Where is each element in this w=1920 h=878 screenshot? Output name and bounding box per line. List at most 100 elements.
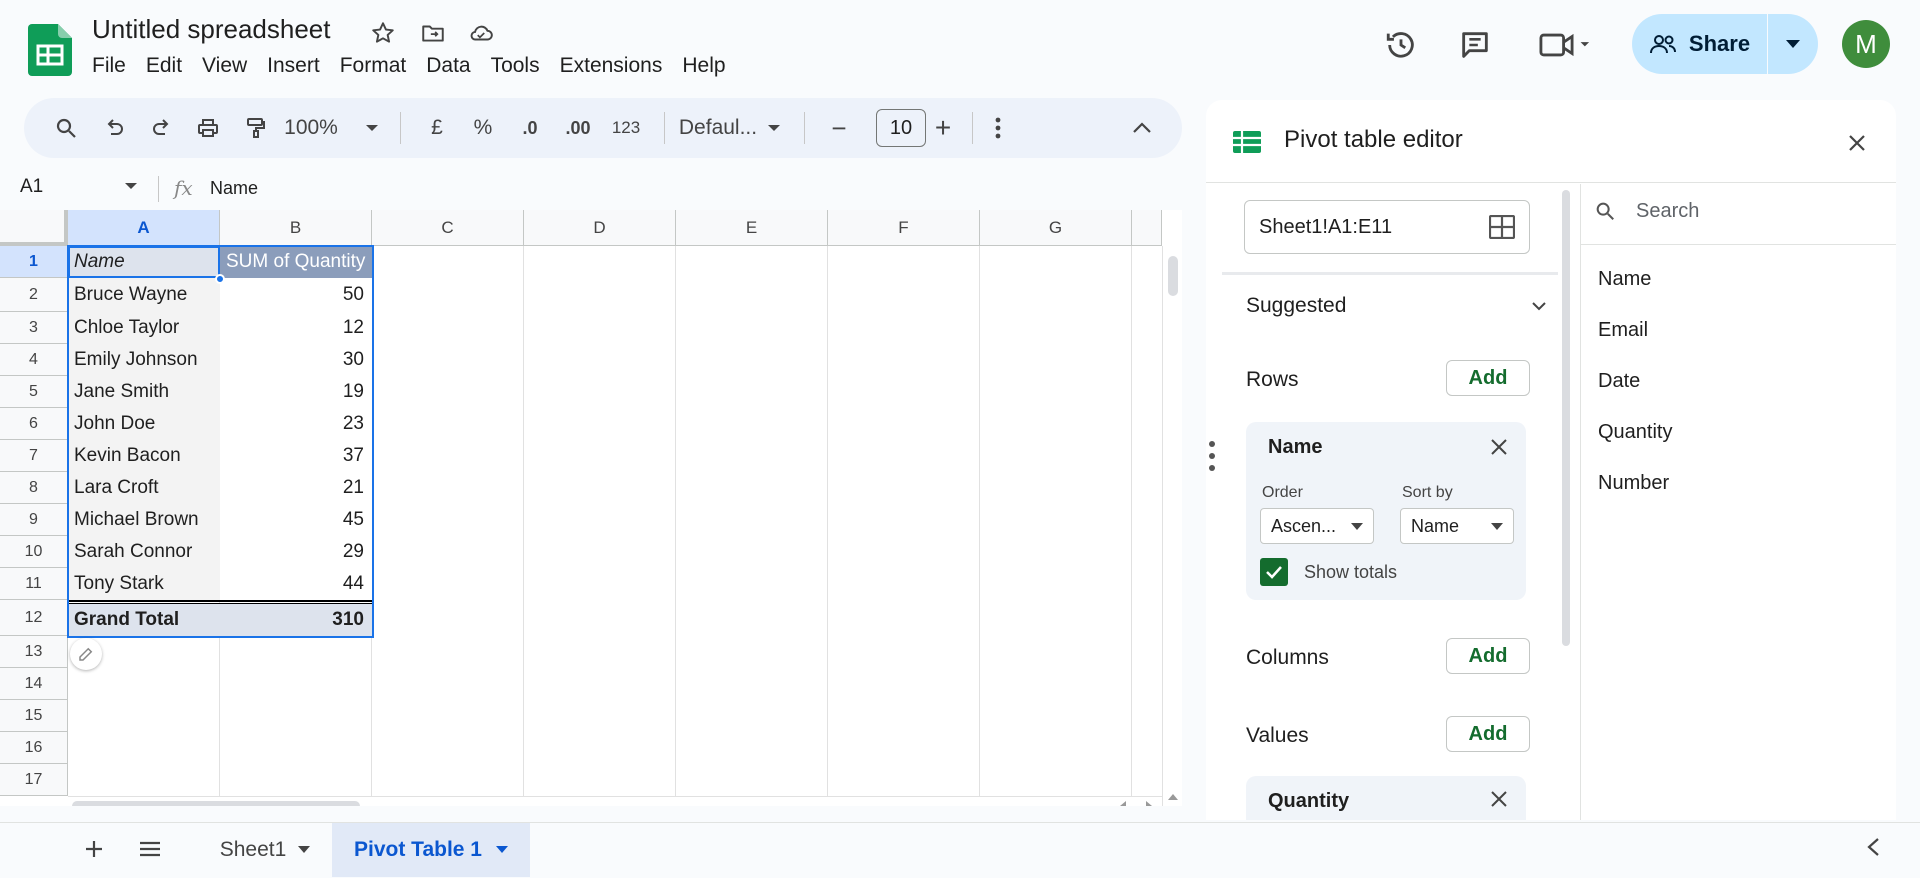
increase-font-size-button[interactable]: + — [928, 98, 958, 158]
row-header-10[interactable]: 10 — [0, 536, 68, 568]
field-list-item-number[interactable]: Number — [1598, 472, 1669, 495]
pivot-row-label[interactable]: Jane Smith — [68, 376, 220, 408]
menu-format[interactable]: Format — [340, 54, 417, 78]
select-range-icon[interactable] — [1489, 215, 1515, 239]
remove-value-field-icon[interactable] — [1490, 790, 1508, 808]
select-all-corner[interactable] — [0, 210, 68, 246]
cloud-saved-icon[interactable] — [466, 18, 496, 48]
column-header-e[interactable]: E — [676, 210, 828, 246]
sheet-tab-sheet1[interactable]: Sheet1 — [200, 823, 330, 877]
column-header-d[interactable]: D — [524, 210, 676, 246]
zoom-select[interactable]: 100% — [284, 98, 338, 158]
row-header-5[interactable]: 5 — [0, 376, 68, 408]
currency-format-button[interactable]: £ — [420, 98, 454, 158]
menu-tools[interactable]: Tools — [491, 54, 550, 78]
side-panel-toggle-icon[interactable] — [1866, 837, 1880, 857]
column-header-b[interactable]: B — [220, 210, 372, 246]
pivot-row-label[interactable]: John Doe — [68, 408, 220, 440]
row-header-11[interactable]: 11 — [0, 568, 68, 600]
field-search-input[interactable]: Search — [1636, 200, 1699, 223]
scroll-left-icon[interactable] — [1120, 801, 1126, 806]
vertical-scroll-thumb[interactable] — [1168, 256, 1178, 296]
pivot-row-value[interactable]: 50 — [220, 278, 370, 312]
row-header-12[interactable]: 12 — [0, 600, 68, 636]
redo-icon[interactable] — [142, 98, 182, 158]
pivot-row-value[interactable]: 19 — [220, 376, 370, 408]
scroll-right-icon[interactable] — [1146, 801, 1152, 806]
sheets-logo-icon[interactable] — [28, 24, 72, 76]
decrease-font-size-button[interactable]: − — [824, 98, 854, 158]
meet-icon[interactable] — [1530, 24, 1600, 66]
increase-decimal-button[interactable]: .00 — [558, 98, 598, 158]
row-header-1[interactable]: 1 — [0, 246, 68, 278]
column-header-c[interactable]: C — [372, 210, 524, 246]
share-button[interactable]: Share — [1632, 14, 1768, 74]
suggested-section[interactable]: Suggested — [1246, 294, 1346, 318]
row-header-17[interactable]: 17 — [0, 764, 68, 796]
pivot-row-value[interactable]: 23 — [220, 408, 370, 440]
menu-edit[interactable]: Edit — [146, 54, 192, 78]
horizontal-scrollbar[interactable] — [68, 796, 1162, 806]
row-header-3[interactable]: 3 — [0, 312, 68, 344]
row-header-8[interactable]: 8 — [0, 472, 68, 504]
comments-icon[interactable] — [1454, 24, 1496, 66]
formula-input[interactable]: Name — [210, 178, 258, 199]
sheet-tab-pivot-table-1[interactable]: Pivot Table 1 — [332, 823, 530, 877]
move-folder-icon[interactable] — [418, 18, 448, 48]
zoom-dropdown-icon[interactable] — [362, 98, 382, 158]
font-dropdown-icon[interactable] — [764, 98, 784, 158]
paint-format-icon[interactable] — [236, 98, 276, 158]
row-header-16[interactable]: 16 — [0, 732, 68, 764]
pivot-row-value[interactable]: 21 — [220, 472, 370, 504]
panel-resize-handle-icon[interactable] — [1208, 440, 1216, 472]
more-formats-button[interactable]: 123 — [604, 98, 648, 158]
scroll-up-icon[interactable] — [1168, 794, 1178, 800]
pivot-row-label[interactable]: Tony Stark — [68, 568, 220, 600]
menu-view[interactable]: View — [202, 54, 257, 78]
pivot-row-label[interactable]: Bruce Wayne — [68, 278, 220, 312]
order-select[interactable]: Ascen... — [1260, 508, 1374, 544]
pivot-row-value[interactable]: 44 — [220, 568, 370, 600]
menu-help[interactable]: Help — [682, 54, 735, 78]
print-icon[interactable] — [188, 98, 228, 158]
selection-handle[interactable] — [215, 274, 225, 284]
pivot-row-label[interactable]: Emily Johnson — [68, 344, 220, 376]
row-header-13[interactable]: 13 — [0, 636, 68, 668]
percent-format-button[interactable]: % — [466, 98, 500, 158]
pivot-row-label[interactable]: Sarah Connor — [68, 536, 220, 568]
pivot-row-label[interactable]: Chloe Taylor — [68, 312, 220, 344]
star-icon[interactable] — [368, 18, 398, 48]
sortby-select[interactable]: Name — [1400, 508, 1514, 544]
row-header-2[interactable]: 2 — [0, 278, 68, 312]
sheet-tab-dropdown-icon[interactable] — [298, 846, 311, 854]
row-header-4[interactable]: 4 — [0, 344, 68, 376]
close-icon[interactable] — [1842, 128, 1872, 158]
grand-total-label[interactable]: Grand Total — [68, 604, 220, 636]
field-list-item-email[interactable]: Email — [1598, 319, 1648, 342]
horizontal-scroll-thumb[interactable] — [72, 801, 360, 806]
more-options-icon[interactable] — [978, 98, 1018, 158]
data-range-field[interactable]: Sheet1!A1:E11 — [1244, 200, 1530, 254]
show-totals-checkbox[interactable] — [1260, 558, 1288, 586]
version-history-icon[interactable] — [1380, 24, 1422, 66]
edit-pivot-icon[interactable] — [70, 638, 102, 670]
document-title[interactable]: Untitled spreadsheet — [92, 14, 330, 45]
rows-add-button[interactable]: Add — [1446, 360, 1530, 396]
columns-add-button[interactable]: Add — [1446, 638, 1530, 674]
font-family-select[interactable]: Defaul... — [670, 98, 766, 158]
sheet-tab-dropdown-icon[interactable] — [495, 846, 508, 854]
editor-scroll-thumb[interactable] — [1562, 190, 1570, 646]
name-box[interactable]: A1 — [20, 176, 43, 198]
pivot-header-sum[interactable]: SUM of Quantity — [220, 246, 372, 278]
pivot-row-value[interactable]: 30 — [220, 344, 370, 376]
search-menus-icon[interactable] — [46, 98, 86, 158]
avatar[interactable]: M — [1842, 20, 1890, 68]
row-header-14[interactable]: 14 — [0, 668, 68, 700]
add-sheet-icon[interactable] — [76, 831, 112, 867]
column-header-g[interactable]: G — [980, 210, 1132, 246]
menu-extensions[interactable]: Extensions — [560, 54, 673, 78]
menu-insert[interactable]: Insert — [267, 54, 330, 78]
values-add-button[interactable]: Add — [1446, 716, 1530, 752]
undo-icon[interactable] — [94, 98, 134, 158]
spreadsheet-grid[interactable]: A B C D E F G 1 2 3 4 5 6 7 8 9 10 11 12… — [0, 210, 1182, 806]
